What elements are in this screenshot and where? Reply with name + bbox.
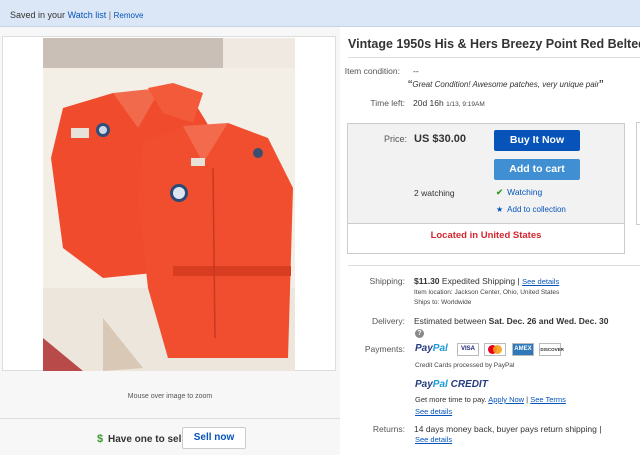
price-label: Price: — [384, 134, 408, 144]
sell-bar: $ Have one to sell? Sell now — [0, 418, 340, 455]
zoom-hint: Mouse over image to zoom — [127, 393, 213, 400]
returns-text: 14 days money back, buyer pays return sh… — [414, 424, 602, 434]
time-left-label: Time left: — [370, 98, 405, 108]
listing-title: Vintage 1950s His & Hers Breezy Point Re… — [348, 37, 640, 51]
star-icon: ★ — [496, 205, 504, 214]
paypal-credit-pal: Pal — [432, 379, 448, 390]
payments-details: See details — [415, 407, 452, 416]
delivery-label: Delivery: — [371, 316, 405, 326]
time-left-end: 1/13, 9:19AM — [446, 101, 485, 108]
watching-count: 2 watching — [414, 188, 455, 198]
watching-link-label: Watching — [507, 187, 543, 197]
cards-note: Credit Cards processed by PayPal — [415, 362, 515, 369]
condition-label: Item condition: — [344, 66, 400, 76]
paypal-credit-logo: PayPal CREDIT — [415, 379, 488, 390]
left-column: Mouse over image to zoom $ Have one to s… — [0, 27, 340, 455]
amex-icon: AMEX — [511, 343, 534, 356]
card-logos: VISA AMEX DISCOVER — [457, 343, 564, 357]
delivery-info-icon[interactable]: ? — [415, 327, 424, 338]
condition-value: -- — [413, 66, 419, 76]
banner-separator: | — [108, 10, 112, 20]
time-left-value: 20d 16h 1/13, 9:19AM — [413, 98, 485, 108]
shipping-details-link[interactable]: See details — [522, 277, 559, 286]
watchlist-banner: Saved in your Watch list | Remove — [0, 0, 640, 27]
add-to-collection-link[interactable]: ★ Add to collection — [496, 205, 566, 214]
paypal-credit-pay: Pay — [415, 379, 433, 390]
delivery-prefix: Estimated between — [414, 316, 487, 326]
buy-it-now-button[interactable]: Buy It Now — [494, 130, 580, 151]
apply-now-link[interactable]: Apply Now — [488, 395, 524, 404]
item-location: Item location: Jackson Center, Ohio, Uni… — [414, 289, 560, 296]
mastercard-icon — [484, 343, 507, 356]
payments-label: Payments: — [364, 344, 405, 354]
add-to-collection-label: Add to collection — [507, 205, 566, 214]
shipping-label: Shipping: — [369, 276, 405, 286]
delivery-value: Estimated between Sat. Dec. 26 and Wed. … — [414, 316, 609, 326]
shipping-cost: $11.30 — [414, 276, 440, 286]
adjacent-panel-edge — [636, 122, 640, 225]
watchlist-link[interactable]: Watch list — [68, 10, 107, 20]
paypal-credit-word: CREDIT — [447, 379, 488, 390]
right-column: Vintage 1950s His & Hers Breezy Point Re… — [340, 27, 640, 455]
returns-label: Returns: — [372, 424, 405, 434]
remove-link[interactable]: Remove — [114, 11, 144, 20]
location-notice: Located in United States — [348, 223, 624, 253]
delivery-dates: Sat. Dec. 26 and Wed. Dec. 30 — [488, 316, 609, 326]
returns-details-link[interactable]: See details — [415, 435, 452, 444]
dollar-icon: $ — [97, 433, 104, 445]
ships-to: Ships to: Worldwide — [414, 299, 472, 306]
credit-text: Get more time to pay. — [415, 395, 487, 404]
see-terms-link[interactable]: See Terms — [530, 395, 566, 404]
title-divider — [348, 57, 640, 58]
add-to-cart-button[interactable]: Add to cart — [494, 159, 580, 180]
jackets-image — [43, 38, 295, 371]
visa-icon: VISA — [457, 343, 479, 356]
shipping-divider — [348, 265, 640, 266]
price-value: US $30.00 — [414, 133, 466, 145]
paypal-logo-pay: Pay — [415, 343, 433, 354]
condition-quote-text: Great Condition! Awesome patches, very u… — [412, 80, 600, 89]
paypal-logo: PayPal — [415, 343, 448, 354]
payments-details-link[interactable]: See details — [415, 407, 452, 416]
buy-box: Price: US $30.00 Buy It Now Add to cart … — [347, 123, 625, 254]
item-photo[interactable] — [43, 38, 295, 371]
checkmark-icon: ✔ — [496, 187, 504, 197]
paypal-credit-text: Get more time to pay. Apply Now | See Te… — [415, 395, 566, 404]
watching-link[interactable]: ✔ Watching — [496, 187, 542, 198]
sell-now-button[interactable]: Sell now — [182, 427, 246, 449]
discover-icon: DISCOVER — [539, 343, 564, 356]
shipping-method: Expedited Shipping — [441, 276, 516, 286]
condition-quote: “Great Condition! Awesome patches, very … — [408, 77, 603, 92]
returns-details: See details — [415, 435, 452, 444]
image-frame — [2, 36, 336, 371]
sell-prompt: Have one to sell? — [108, 434, 191, 445]
close-quote-icon: ” — [599, 77, 604, 92]
time-left-duration: 20d 16h — [413, 98, 444, 108]
paypal-logo-pal: Pal — [432, 343, 448, 354]
saved-text: Saved in your — [10, 10, 66, 20]
shipping-value: $11.30 Expedited Shipping | See details — [414, 276, 560, 286]
